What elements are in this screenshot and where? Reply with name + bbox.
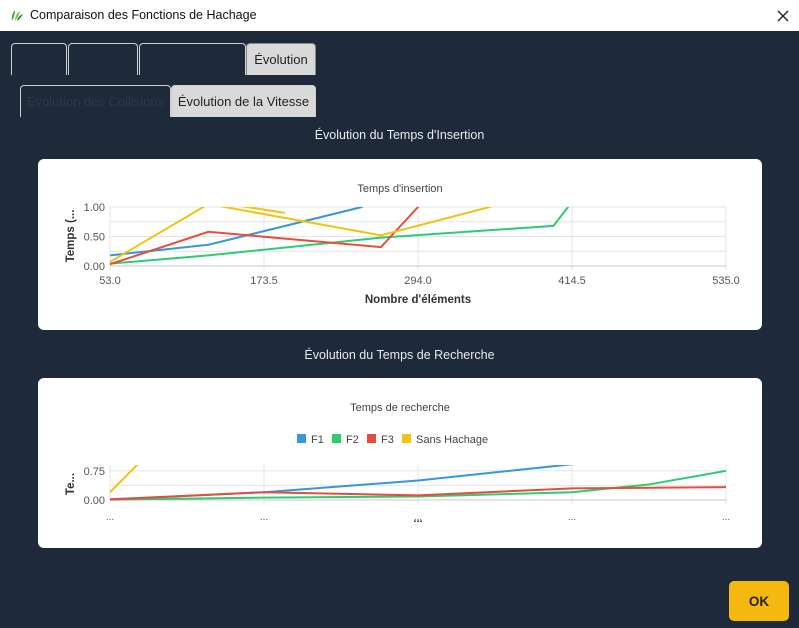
ok-button[interactable]: OK [729, 581, 789, 621]
x-tick-label: 535.0 [712, 275, 740, 287]
subtab-label: Évolution de la Vitesse [177, 94, 310, 109]
x-axis-label: ... [413, 513, 422, 525]
legend-label: F2 [346, 434, 359, 446]
x-tick-label: ... [260, 512, 268, 523]
search-chart-card: Temps de recherche F1 F2 F3 Sans Hachage....… [38, 378, 762, 548]
y-tick-label: 1.00 [84, 202, 105, 214]
y-axis-label: Temps (... [65, 210, 77, 263]
title-bar: Comparaison des Fonctions de Hachage [0, 0, 799, 31]
legend-swatch [297, 434, 306, 443]
x-tick-label: 414.5 [558, 275, 586, 287]
x-tick-label: ... [106, 512, 114, 523]
legend-swatch [367, 434, 376, 443]
legend-label: F3 [381, 434, 394, 446]
close-button[interactable] [767, 0, 799, 31]
legend-swatch [402, 434, 411, 443]
y-tick-label: 0.00 [84, 261, 105, 273]
series-line [110, 207, 493, 263]
x-tick-label: 173.5 [250, 275, 278, 287]
legend-swatch [332, 434, 341, 443]
x-tick-label: 294.0 [404, 275, 432, 287]
subtab-label: Évolution des Collisions [26, 94, 165, 109]
tab-tableau-detaille[interactable]: Tableau Détaillé [139, 43, 246, 75]
app-icon [11, 10, 23, 21]
subtab-evolution-collisions[interactable]: Évolution des Collisions [20, 85, 171, 117]
y-axis-label: Te... [65, 473, 77, 495]
plot-area [110, 207, 570, 266]
legend-label: Sans Hachage [416, 434, 488, 446]
x-tick-label: ... [568, 512, 576, 523]
subtab-evolution-vitesse[interactable]: Évolution de la Vitesse [171, 85, 316, 117]
tab-vitesse[interactable]: Vitesse [11, 43, 67, 75]
x-tick-label: ... [722, 512, 730, 523]
close-icon [777, 10, 789, 21]
series-line [110, 465, 139, 493]
insertion-section-title: Évolution du Temps d'Insertion [314, 128, 485, 142]
tab-collisions[interactable]: Collisions [68, 43, 138, 75]
tab-label: Évolution [254, 52, 308, 67]
search-chart: Temps de recherche F1 F2 F3 Sans Hachage....… [65, 402, 730, 525]
insertion-chart-card: Temps d'insertion 53.0 173.5 294.0 414.5 535.… [38, 159, 762, 330]
x-tick-label: 53.0 [99, 275, 120, 287]
chart-title: Temps de recherche [350, 402, 450, 414]
y-tick-label: 0.75 [84, 466, 105, 478]
y-tick-label: 0.50 [84, 232, 105, 244]
y-tick-label: 0.00 [84, 495, 105, 507]
x-axis-label: Nombre d'éléments [365, 294, 471, 306]
tab-label: Vitesse [17, 52, 61, 67]
window-title: Comparaison des Fonctions de Hachage [30, 8, 257, 22]
insertion-chart: Temps d'insertion 53.0 173.5 294.0 414.5 535.… [65, 183, 740, 306]
tab-evolution[interactable]: Évolution [246, 43, 316, 75]
legend-label: F1 [311, 434, 324, 446]
chart-title: Temps d'insertion [357, 183, 442, 195]
search-section-title: Évolution du Temps de Recherche [304, 348, 495, 362]
tab-label: Tableau Détaillé [146, 52, 239, 67]
tab-label: Collisions [75, 52, 131, 67]
